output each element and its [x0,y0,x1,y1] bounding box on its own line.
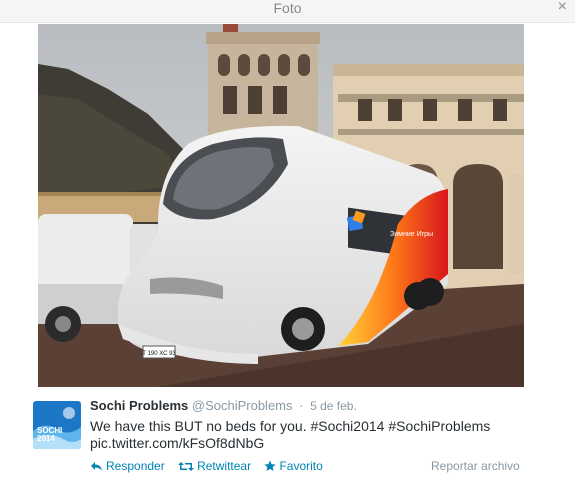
window-titlebar: Foto × [0,0,575,23]
tweet-media-link[interactable]: pic.twitter.com/kFsOf8dNbG [90,435,264,451]
tweet-photo: Т 190 ХС 93 Зимние Игры [38,24,524,387]
retweet-label: Retwittear [197,459,252,473]
tweet-text: We have this BUT no beds for you. #Sochi… [90,418,510,452]
reply-arrow-icon [91,462,102,471]
bus-decal-text: Зимние Игры [390,231,433,238]
window-title: Foto [273,0,302,16]
star-icon [264,460,277,471]
photo-illustration: Т 190 ХС 93 Зимние Игры [38,24,524,387]
avatar[interactable]: SOCHI 2014 [33,401,81,449]
favorite-button[interactable]: Favorito [264,459,323,473]
tweet-header: Sochi Problems @SochiProblems · 5 de feb… [90,398,357,414]
close-icon[interactable]: × [558,0,567,15]
tweet-date[interactable]: 5 de feb. [310,399,357,413]
tweet-body: We have this BUT no beds for you. #Sochi… [90,418,491,434]
reply-button[interactable]: Responder [90,459,165,473]
header-separator: · [299,398,304,413]
tweet-card: SOCHI 2014 Sochi Problems @SochiProblems… [0,392,575,479]
license-plate: Т 190 ХС 93 [142,351,176,357]
report-link[interactable]: Reportar archivo [431,459,520,473]
author-name[interactable]: Sochi Problems [90,398,188,413]
retweet-button[interactable]: Retwittear [178,459,251,473]
tweet-actions: Responder Retwittear Favorito [90,459,333,473]
favorite-label: Favorito [279,459,323,473]
avatar-label: SOCHI 2014 [37,426,63,443]
author-handle[interactable]: @SochiProblems [192,398,293,413]
retweet-icon [178,462,195,471]
reply-label: Responder [106,459,165,473]
